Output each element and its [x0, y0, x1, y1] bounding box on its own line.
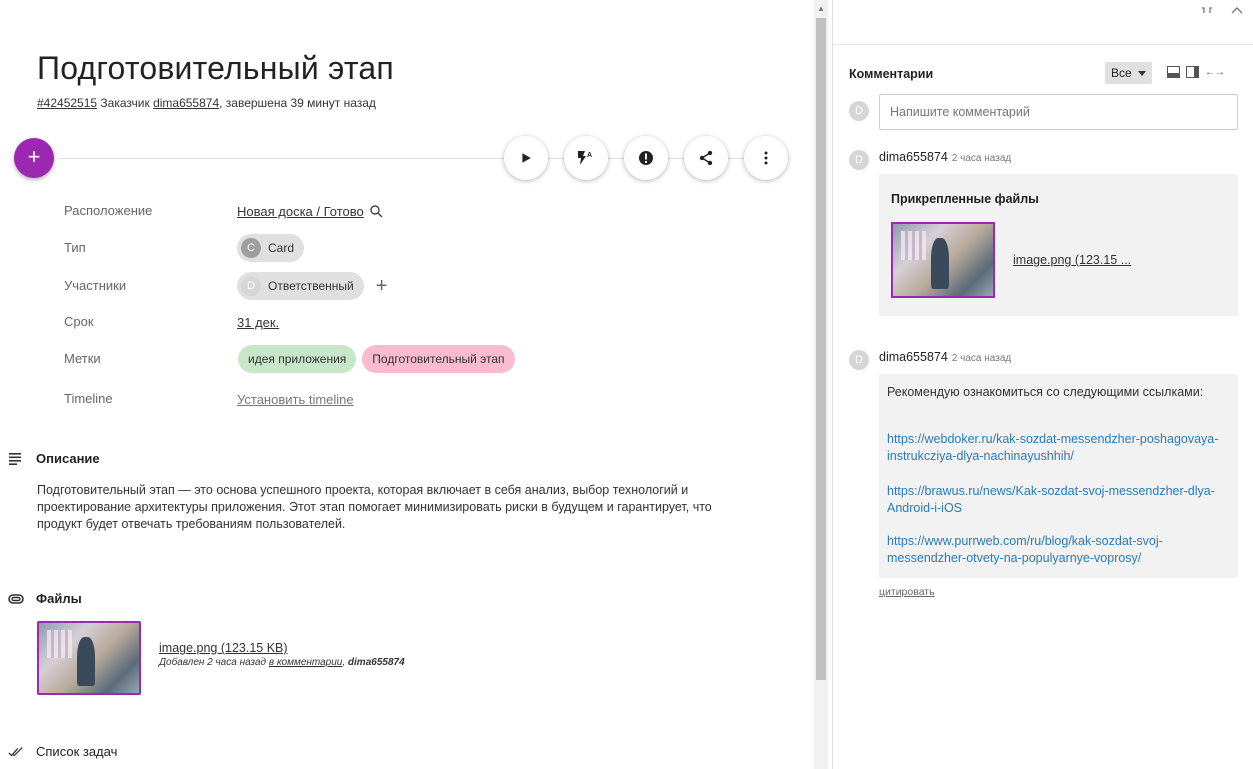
search-icon[interactable] — [370, 204, 383, 218]
chevron-up-icon[interactable] — [1231, 6, 1243, 14]
type-chip[interactable]: C Card — [237, 234, 305, 262]
comment-link[interactable]: https://www.purrweb.com/ru/blog/kak-sozd… — [887, 533, 1227, 567]
quote-link[interactable]: цитировать — [879, 586, 935, 598]
task-id-link[interactable]: #42452515 — [37, 96, 97, 110]
tag-chip[interactable]: Подготовительный этап — [362, 345, 515, 373]
prop-label: Срок — [64, 314, 94, 329]
attachment-icon — [8, 593, 24, 604]
comment-input[interactable] — [879, 94, 1238, 130]
file-name-link[interactable]: image.png (123.15 KB) — [159, 641, 405, 655]
prop-label: Метки — [64, 351, 101, 366]
view-mode-toggles: ←→ — [1167, 66, 1225, 78]
type-avatar: C — [241, 238, 261, 258]
files-heading: Файлы — [36, 591, 82, 606]
action-bar: + A — [14, 136, 789, 180]
tag-chip[interactable]: идея приложения — [238, 345, 357, 373]
task-panel: Подготовительный этап #42452515 Заказчик… — [0, 0, 812, 769]
comment-link[interactable]: https://brawus.ru/news/Kak-sozdat-svoj-m… — [887, 483, 1227, 517]
more-vert-icon — [764, 151, 768, 165]
comment-body: Прикрепленные файлы image.png (123.15 ..… — [879, 174, 1238, 316]
file-added-prefix: Добавлен 2 часа назад — [159, 657, 267, 668]
completed-status: , завершена 39 минут назад — [219, 96, 376, 110]
user-avatar: D — [849, 101, 869, 121]
share-icon — [699, 150, 713, 166]
prop-location: Расположение Новая доска / Готово — [64, 198, 764, 224]
attached-files-heading: Прикрепленные файлы — [891, 192, 1039, 206]
customer-prefix: Заказчик — [100, 96, 150, 110]
action-divider — [58, 158, 789, 159]
side-panel-icon[interactable] — [1186, 66, 1199, 78]
scroll-up-icon[interactable]: ▲ — [817, 4, 825, 13]
member-chip[interactable]: D Ответственный — [237, 272, 364, 300]
comments-title: Комментарии — [849, 67, 934, 81]
due-date-link[interactable]: 31 дек. — [237, 315, 279, 330]
prop-label: Тип — [64, 240, 86, 255]
bottom-panel-icon[interactable] — [1167, 66, 1180, 78]
prop-tags: Метки идея приложения Подготовительный э… — [64, 345, 764, 373]
prop-type: Тип C Card — [64, 234, 764, 262]
play-button[interactable] — [504, 136, 548, 180]
comments-filter[interactable]: Все — [1105, 62, 1152, 84]
comment-time: 2 часа назад — [951, 353, 1012, 364]
description-heading: Описание — [36, 451, 100, 466]
comments-panel: Комментарии Все ←→ D D dima6558742 часа … — [832, 0, 1253, 769]
member-avatar: D — [241, 276, 261, 296]
automation-button[interactable]: A — [564, 136, 608, 180]
comment-file-link[interactable]: image.png (123.15 ... — [1013, 253, 1131, 267]
location-link[interactable]: Новая доска / Готово — [237, 204, 364, 219]
prop-due: Срок 31 дек. — [64, 309, 764, 335]
comment-time: 2 часа назад — [951, 153, 1012, 164]
comment-header: dima655874 2 часа назад — [879, 150, 1011, 164]
panel-controls — [1201, 6, 1243, 14]
add-member-button[interactable]: + — [376, 275, 388, 298]
task-subline: #42452515 Заказчик dima655874, завершена… — [37, 96, 376, 110]
comment-text: Рекомендую ознакомиться со следующими сс… — [887, 385, 1204, 399]
description-text: Подготовительный этап — это основа успеш… — [37, 483, 712, 531]
add-button[interactable]: + — [14, 138, 54, 178]
comment-body: Рекомендую ознакомиться со следующими сс… — [879, 374, 1238, 578]
checklist-header: Список задач — [8, 744, 117, 759]
prop-label: Timeline — [64, 391, 113, 406]
comment-header: dima655874 2 часа назад — [879, 350, 1011, 364]
prop-members: Участники D Ответственный + — [64, 272, 764, 300]
set-timeline-link[interactable]: Установить timeline — [237, 392, 354, 407]
dropdown-arrow-icon — [1137, 70, 1146, 76]
customer-link[interactable]: dima655874 — [153, 96, 219, 110]
file-meta: image.png (123.15 KB) Добавлен 2 часа на… — [159, 641, 405, 668]
more-button[interactable] — [744, 136, 788, 180]
panel-divider — [833, 44, 1253, 45]
flash-auto-icon: A — [578, 151, 592, 165]
prop-timeline: Timeline Установить timeline — [64, 386, 764, 412]
in-comment-link[interactable]: в комментарии — [269, 657, 343, 668]
svg-text:A: A — [587, 152, 592, 159]
prop-label: Участники — [64, 278, 127, 293]
filter-value: Все — [1111, 66, 1132, 80]
alert-icon — [639, 151, 653, 165]
file-added-by: dima655874 — [347, 657, 405, 668]
files-header: Файлы — [8, 591, 82, 606]
comment-avatar: D — [849, 350, 869, 370]
main-scrollbar[interactable]: ▲ — [814, 0, 828, 769]
play-icon — [522, 153, 531, 163]
scroll-thumb[interactable] — [816, 18, 826, 680]
comment-file-thumbnail[interactable] — [891, 222, 995, 298]
comment-author[interactable]: dima655874 — [879, 150, 948, 164]
checklist-heading: Список задач — [36, 744, 118, 759]
alert-button[interactable] — [624, 136, 668, 180]
description-header: Описание — [8, 451, 100, 466]
comment-author[interactable]: dima655874 — [879, 350, 948, 364]
collapse-icon[interactable] — [1201, 6, 1213, 14]
notes-icon — [9, 452, 21, 465]
page-title: Подготовительный этап — [37, 50, 394, 86]
expand-width-icon[interactable]: ←→ — [1205, 67, 1225, 78]
prop-label: Расположение — [64, 203, 153, 218]
type-value: Card — [268, 241, 295, 255]
file-added-info: Добавлен 2 часа назад в комментарии, dim… — [159, 657, 405, 668]
file-thumbnail[interactable] — [37, 621, 141, 695]
comment-link[interactable]: https://webdoker.ru/kak-sozdat-messendzh… — [887, 431, 1227, 465]
share-button[interactable] — [684, 136, 728, 180]
comment-avatar: D — [849, 150, 869, 170]
member-role: Ответственный — [268, 279, 354, 293]
double-check-icon — [8, 746, 23, 756]
